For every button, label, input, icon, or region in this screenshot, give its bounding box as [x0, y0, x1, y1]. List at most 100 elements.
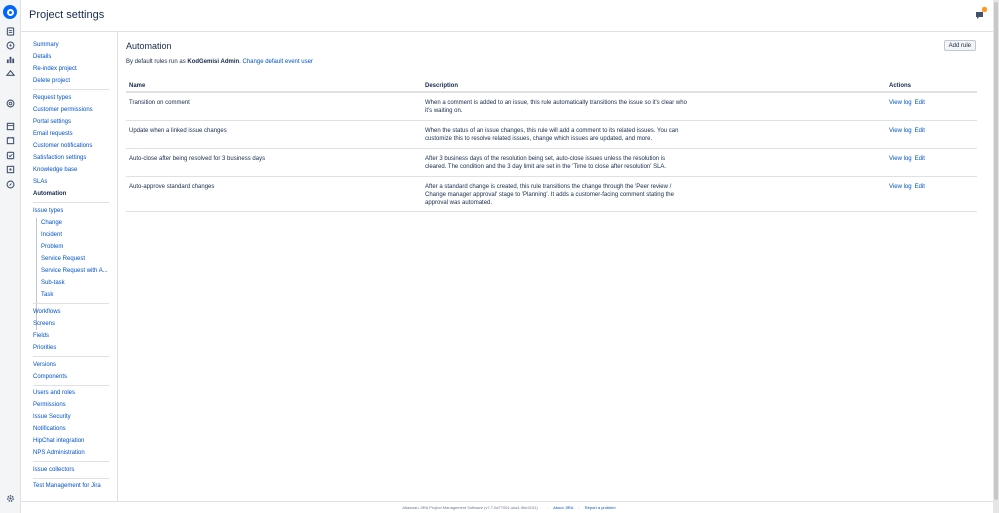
- sidebar-item-issue-type-service-request-approvals[interactable]: Service Request with A...: [41, 268, 108, 274]
- rule-description: When a comment is added to an issue, thi…: [425, 100, 687, 114]
- view-log-link[interactable]: View log: [889, 184, 912, 190]
- add-rule-button[interactable]: Add rule: [943, 40, 976, 51]
- jira-logo[interactable]: [3, 5, 17, 19]
- rule-description-cell: When a comment is added to an issue, thi…: [422, 92, 886, 121]
- sidebar-item-versions[interactable]: Versions: [33, 362, 56, 368]
- sidebar-item-issue-type-sub-task[interactable]: Sub-task: [41, 280, 65, 286]
- project-sidebar: Summary Details Re-index project Delete …: [21, 32, 118, 501]
- about-jira-link[interactable]: About JIRA: [553, 505, 573, 510]
- reports-icon[interactable]: [5, 54, 15, 64]
- divider: [33, 202, 109, 203]
- sidebar-item-notifications[interactable]: Notifications: [33, 426, 66, 432]
- view-log-link[interactable]: View log: [889, 128, 912, 134]
- footer-sep: ·: [546, 505, 549, 510]
- sidebar-item-issue-type-incident[interactable]: Incident: [41, 232, 62, 238]
- board-icon[interactable]: [5, 26, 15, 36]
- report-problem-link[interactable]: Report a problem: [585, 505, 616, 510]
- page-footer: Atlassian JIRA Project Management Softwa…: [21, 501, 993, 513]
- sidebar-item-slas[interactable]: SLAs: [33, 179, 47, 185]
- releases-icon[interactable]: [5, 68, 15, 78]
- sidebar-item-email-requests[interactable]: Email requests: [33, 131, 73, 137]
- default-user-line: By default rules run as KodGemisi Admin.…: [126, 59, 313, 65]
- vertical-scrollbar[interactable]: [993, 0, 999, 513]
- sidebar-item-hipchat-integration[interactable]: HipChat integration: [33, 438, 84, 444]
- edit-link[interactable]: Edit: [915, 128, 925, 134]
- components-icon[interactable]: [5, 164, 15, 174]
- feedback-icon[interactable]: [975, 7, 987, 20]
- sidebar-item-priorities[interactable]: Priorities: [33, 345, 56, 351]
- target-icon[interactable]: [5, 98, 15, 108]
- sidebar-item-screens[interactable]: Screens: [33, 321, 55, 327]
- footer-sep: ·: [578, 505, 580, 510]
- rule-name: Auto-close after being resolved for 3 bu…: [126, 148, 422, 177]
- sidebar-item-issue-type-problem[interactable]: Problem: [41, 244, 63, 250]
- change-default-user-link[interactable]: Change default event user: [243, 59, 313, 65]
- divider: [33, 303, 109, 304]
- sidebar-item-fields[interactable]: Fields: [33, 333, 49, 339]
- sidebar-item-nps-administration[interactable]: NPS Administration: [33, 450, 85, 456]
- sidebar-item-automation[interactable]: Automation: [33, 191, 66, 197]
- sidebar-item-permissions[interactable]: Permissions: [33, 402, 66, 408]
- edit-link[interactable]: Edit: [915, 100, 925, 106]
- column-header-actions: Actions: [886, 80, 977, 93]
- rule-name: Auto-approve standard changes: [126, 176, 422, 212]
- sidebar-item-customer-permissions[interactable]: Customer permissions: [33, 107, 93, 113]
- table-row: Auto-approve standard changes After a st…: [126, 176, 977, 212]
- view-log-link[interactable]: View log: [889, 156, 912, 162]
- sidebar-item-workflows[interactable]: Workflows: [33, 309, 61, 315]
- rule-description-cell: After 3 business days of the resolution …: [422, 148, 886, 177]
- rule-description-cell: When the status of an issue changes, thi…: [422, 120, 886, 149]
- sidebar-item-issue-type-change[interactable]: Change: [41, 220, 62, 226]
- rule-name: Transition on comment: [126, 92, 422, 121]
- divider: [33, 461, 109, 462]
- table-row: Update when a linked issue changes When …: [126, 120, 977, 149]
- sidebar-item-request-types[interactable]: Request types: [33, 95, 71, 101]
- rule-name: Update when a linked issue changes: [126, 120, 422, 149]
- column-header-description: Description: [422, 80, 886, 93]
- sidebar-item-portal-settings[interactable]: Portal settings: [33, 119, 71, 125]
- sidebar-item-summary[interactable]: Summary: [33, 42, 59, 48]
- footer-version: Atlassian JIRA Project Management Softwa…: [402, 505, 538, 510]
- sidebar-item-knowledge-base[interactable]: Knowledge base: [33, 167, 77, 173]
- default-user-name: KodGemisi Admin: [187, 59, 240, 65]
- divider: [33, 478, 109, 479]
- default-prefix: By default rules run as: [126, 59, 186, 65]
- rule-actions: View log Edit: [886, 148, 977, 177]
- rules-table: Name Description Actions Transition on c…: [126, 80, 977, 212]
- default-sep: .: [239, 59, 241, 65]
- sidebar-item-reindex[interactable]: Re-index project: [33, 66, 77, 72]
- sidebar-item-issue-types[interactable]: Issue types: [33, 208, 63, 214]
- page-header: Project settings: [21, 0, 993, 32]
- sidebar-item-issue-type-service-request[interactable]: Service Request: [41, 256, 85, 262]
- sidebar-item-users-and-roles[interactable]: Users and roles: [33, 390, 75, 396]
- rule-description: After a standard change is created, this…: [425, 183, 674, 206]
- rule-description: After 3 business days of the resolution …: [425, 155, 667, 170]
- view-log-link[interactable]: View log: [889, 100, 912, 106]
- global-nav: [0, 0, 21, 513]
- roadmap-icon[interactable]: [5, 40, 15, 50]
- table-row: Transition on comment When a comment is …: [126, 92, 977, 121]
- sidebar-item-details[interactable]: Details: [33, 54, 51, 60]
- sidebar-item-customer-notifications[interactable]: Customer notifications: [33, 143, 92, 149]
- sidebar-item-components[interactable]: Components: [33, 374, 67, 380]
- sidebar-item-issue-type-task[interactable]: Task: [41, 292, 53, 298]
- sidebar-item-satisfaction-settings[interactable]: Satisfaction settings: [33, 155, 86, 161]
- table-header-row: Name Description Actions: [126, 80, 977, 93]
- sidebar-item-delete-project[interactable]: Delete project: [33, 78, 70, 84]
- sidebar-item-test-management[interactable]: Test Management for Jira: [33, 483, 101, 489]
- compass-icon[interactable]: [5, 179, 15, 189]
- divider: [33, 89, 109, 90]
- rule-actions: View log Edit: [886, 120, 977, 149]
- issues-icon[interactable]: [5, 150, 15, 160]
- sidebar-item-issue-security[interactable]: Issue Security: [33, 414, 71, 420]
- edit-link[interactable]: Edit: [915, 184, 925, 190]
- sidebar-item-issue-collectors[interactable]: Issue collectors: [33, 467, 74, 473]
- rule-actions: View log Edit: [886, 176, 977, 212]
- column-header-name: Name: [126, 80, 422, 93]
- queue-icon[interactable]: [5, 121, 15, 131]
- scrollbar-thumb[interactable]: [994, 2, 998, 500]
- divider: [33, 385, 109, 386]
- settings-icon[interactable]: [5, 493, 15, 503]
- calendar-icon[interactable]: [5, 135, 15, 145]
- edit-link[interactable]: Edit: [915, 156, 925, 162]
